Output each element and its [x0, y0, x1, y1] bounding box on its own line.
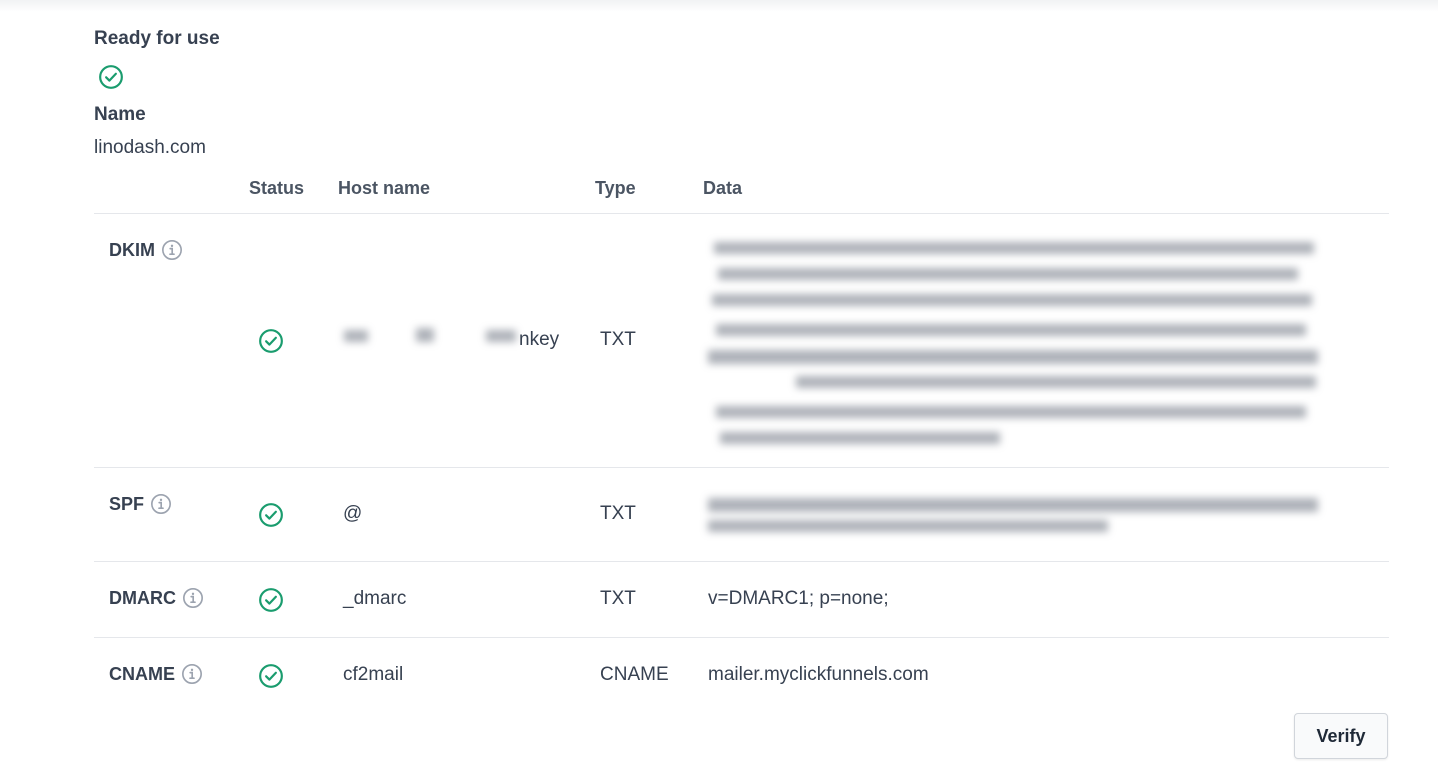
record-name: SPF	[109, 493, 172, 515]
record-data: v=DMARC1; p=none;	[708, 588, 889, 609]
column-type: Type	[595, 178, 636, 198]
record-type: TXT	[600, 503, 636, 524]
ready-label: Ready for use	[94, 28, 220, 49]
check-circle-icon	[99, 65, 123, 89]
check-circle-icon	[259, 588, 283, 612]
host-name: _dmarc	[343, 588, 407, 609]
redacted-data	[706, 236, 1326, 448]
verify-button[interactable]: Verify	[1294, 713, 1388, 759]
info-icon[interactable]	[181, 663, 203, 685]
check-circle-icon	[259, 503, 283, 527]
table-row: SPF @ TXT	[94, 468, 1389, 562]
redacted-host	[338, 322, 524, 352]
column-data: Data	[703, 178, 743, 198]
info-icon[interactable]	[150, 493, 172, 515]
host-name: cf2mail	[343, 664, 404, 685]
record-name: CNAME	[109, 663, 203, 685]
name-label: Name	[94, 104, 146, 125]
record-data: mailer.myclickfunnels.com	[708, 664, 929, 685]
record-type: TXT	[600, 588, 636, 609]
record-type: CNAME	[600, 664, 669, 685]
top-shadow	[0, 0, 1438, 12]
check-circle-icon	[259, 329, 283, 353]
record-type: TXT	[600, 329, 636, 350]
table-row: DMARC _dmarc TXT v=DMARC1; p=none;	[94, 562, 1389, 638]
check-circle-icon	[259, 664, 283, 688]
column-host-name: Host name	[338, 178, 431, 198]
info-icon[interactable]	[161, 239, 183, 261]
record-name: DKIM	[109, 239, 183, 261]
host-name: @	[343, 503, 363, 524]
table-header: Status Host name Type Data	[94, 176, 1389, 214]
record-name: DMARC	[109, 587, 204, 609]
table-row: CNAME cf2mail CNAME mailer.myclickfunnel…	[94, 638, 1389, 714]
domain-name: linodash.com	[94, 137, 206, 158]
table-row: DKIM nkey TXT	[94, 214, 1389, 468]
redacted-data	[704, 492, 1326, 538]
info-icon[interactable]	[182, 587, 204, 609]
host-name: nkey	[519, 329, 560, 350]
column-status: Status	[249, 178, 305, 198]
